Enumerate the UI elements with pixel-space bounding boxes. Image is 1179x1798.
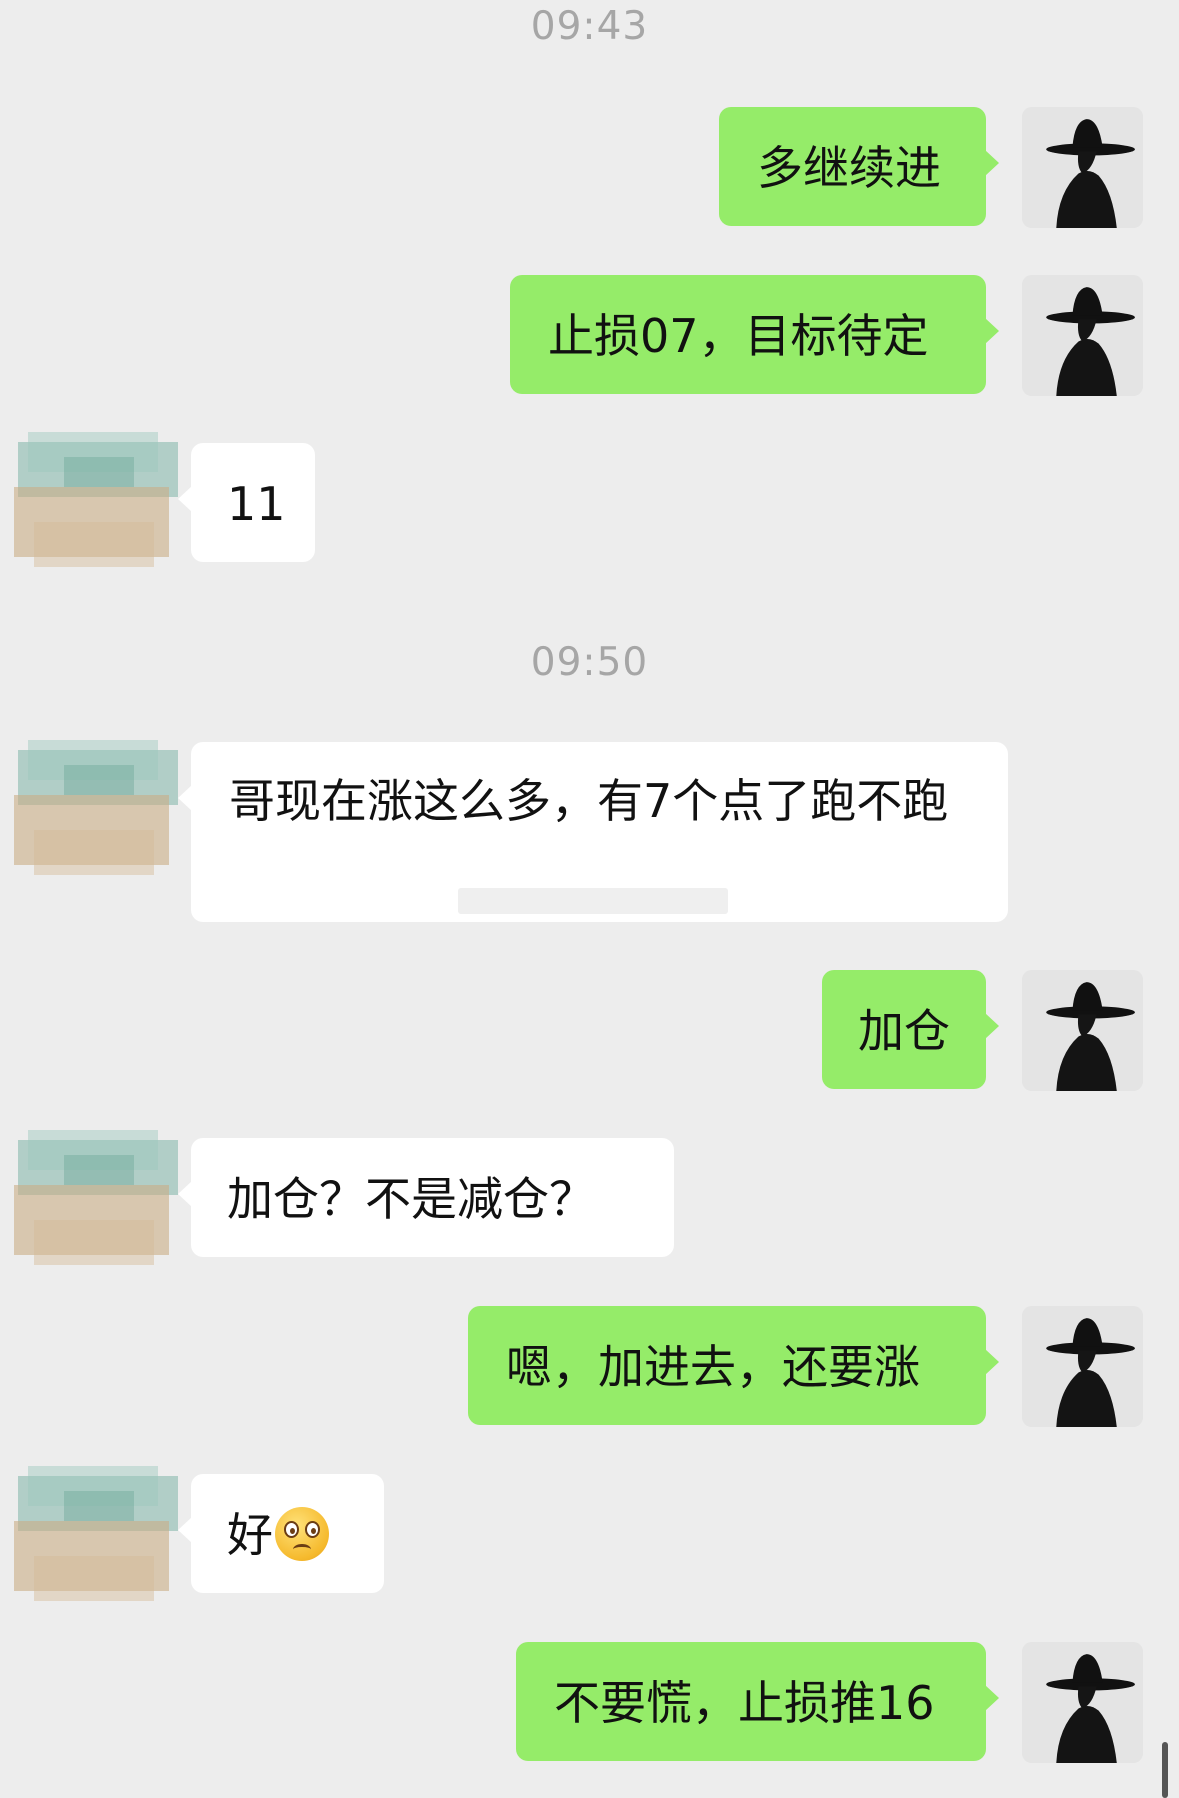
message-bubble-incoming[interactable]: 11 (178, 443, 315, 562)
my-avatar[interactable] (1022, 1642, 1143, 1763)
message-text: 11 (227, 477, 286, 531)
message-bubble-incoming[interactable]: 好 (178, 1474, 384, 1593)
my-avatar[interactable] (1022, 1306, 1143, 1427)
message-bubble-incoming[interactable]: 加仓？不是减仓？ (178, 1138, 674, 1257)
hat-silhouette-icon (1022, 970, 1143, 1091)
timestamp: 09:50 (530, 640, 649, 685)
message-bubble-outgoing[interactable]: 不要慌，止损推16 (516, 1642, 999, 1761)
blurred-paint-icon (4, 402, 194, 592)
message-text: 不要慌，止损推16 (554, 1676, 935, 1730)
scrollbar[interactable] (1162, 1742, 1168, 1798)
my-avatar[interactable] (1022, 107, 1143, 228)
message-text: 哥现在涨这么多，有7个点了跑不跑 (229, 774, 949, 828)
message-text: 多继续进 (757, 141, 941, 195)
message-text: 好 (227, 1508, 273, 1562)
timestamp: 09:43 (530, 4, 649, 49)
message-bubble-outgoing[interactable]: 止损07，目标待定 (510, 275, 999, 394)
hat-silhouette-icon (1022, 1306, 1143, 1427)
my-avatar[interactable] (1022, 275, 1143, 396)
message-text: 止损07，目标待定 (548, 309, 929, 363)
contact-avatar[interactable] (4, 710, 194, 900)
contact-avatar[interactable] (4, 1436, 194, 1626)
message-text: 加仓？不是减仓？ (227, 1172, 595, 1226)
redaction-mark (458, 888, 728, 914)
blurred-paint-icon (4, 1100, 194, 1290)
message-bubble-outgoing[interactable]: 嗯，加进去，还要涨 (468, 1306, 999, 1425)
blurred-paint-icon (4, 1436, 194, 1626)
contact-avatar[interactable] (4, 402, 194, 592)
message-bubble-outgoing[interactable]: 加仓 (822, 970, 999, 1089)
blurred-paint-icon (4, 710, 194, 900)
contact-avatar[interactable] (4, 1100, 194, 1290)
woozy-face-emoji (275, 1507, 329, 1561)
hat-silhouette-icon (1022, 1642, 1143, 1763)
hat-silhouette-icon (1022, 275, 1143, 396)
hat-silhouette-icon (1022, 107, 1143, 228)
message-text: 加仓 (858, 1004, 950, 1058)
message-text: 嗯，加进去，还要涨 (506, 1340, 920, 1394)
message-bubble-outgoing[interactable]: 多继续进 (719, 107, 999, 226)
my-avatar[interactable] (1022, 970, 1143, 1091)
